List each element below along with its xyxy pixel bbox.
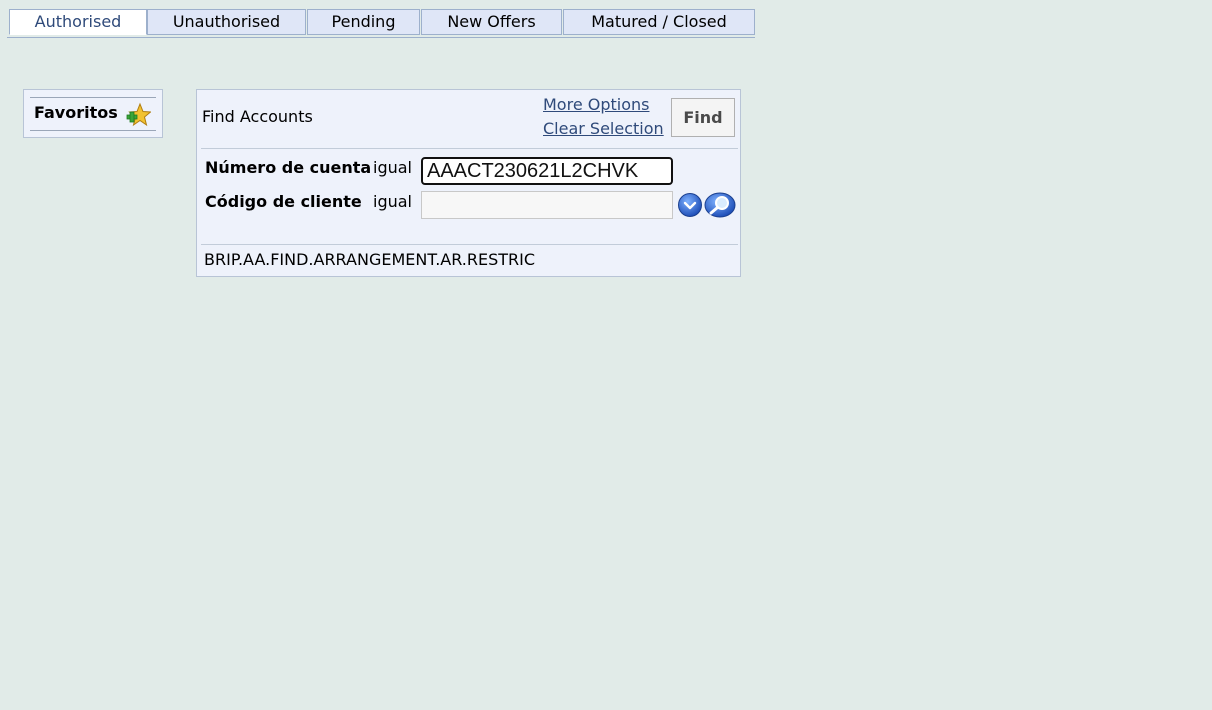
customer-code-label: Código de cliente <box>205 192 362 211</box>
more-options-link[interactable]: More Options <box>543 94 649 116</box>
account-number-input[interactable] <box>421 157 673 185</box>
header-divider <box>201 148 738 149</box>
add-favorite-star-icon[interactable] <box>125 102 152 128</box>
customer-code-operator: igual <box>373 192 412 211</box>
account-number-operator: igual <box>373 158 412 177</box>
footer-divider <box>201 244 738 245</box>
customer-code-input[interactable] <box>421 191 673 219</box>
find-accounts-panel: Find Accounts More Options Clear Selecti… <box>196 89 741 277</box>
tab-matured-closed[interactable]: Matured / Closed <box>563 9 755 35</box>
tab-pending[interactable]: Pending <box>307 9 420 35</box>
clear-selection-link[interactable]: Clear Selection <box>543 118 664 140</box>
enquiry-name: BRIP.AA.FIND.ARRANGEMENT.AR.RESTRIC <box>204 250 536 269</box>
tab-new-offers[interactable]: New Offers <box>421 9 562 35</box>
tab-unauthorised[interactable]: Unauthorised <box>147 9 306 35</box>
favorites-label: Favoritos <box>34 103 118 122</box>
panel-title: Find Accounts <box>202 107 313 126</box>
favorites-box: Favoritos <box>23 89 163 138</box>
tab-authorised[interactable]: Authorised <box>9 9 147 35</box>
favorites-header: Favoritos <box>30 97 156 131</box>
tab-bar: Authorised Unauthorised Pending New Offe… <box>7 9 755 38</box>
magnifier-icon[interactable] <box>704 192 736 218</box>
find-button[interactable]: Find <box>671 98 735 137</box>
chevron-down-icon[interactable] <box>677 192 703 218</box>
account-number-label: Número de cuenta <box>205 158 372 177</box>
